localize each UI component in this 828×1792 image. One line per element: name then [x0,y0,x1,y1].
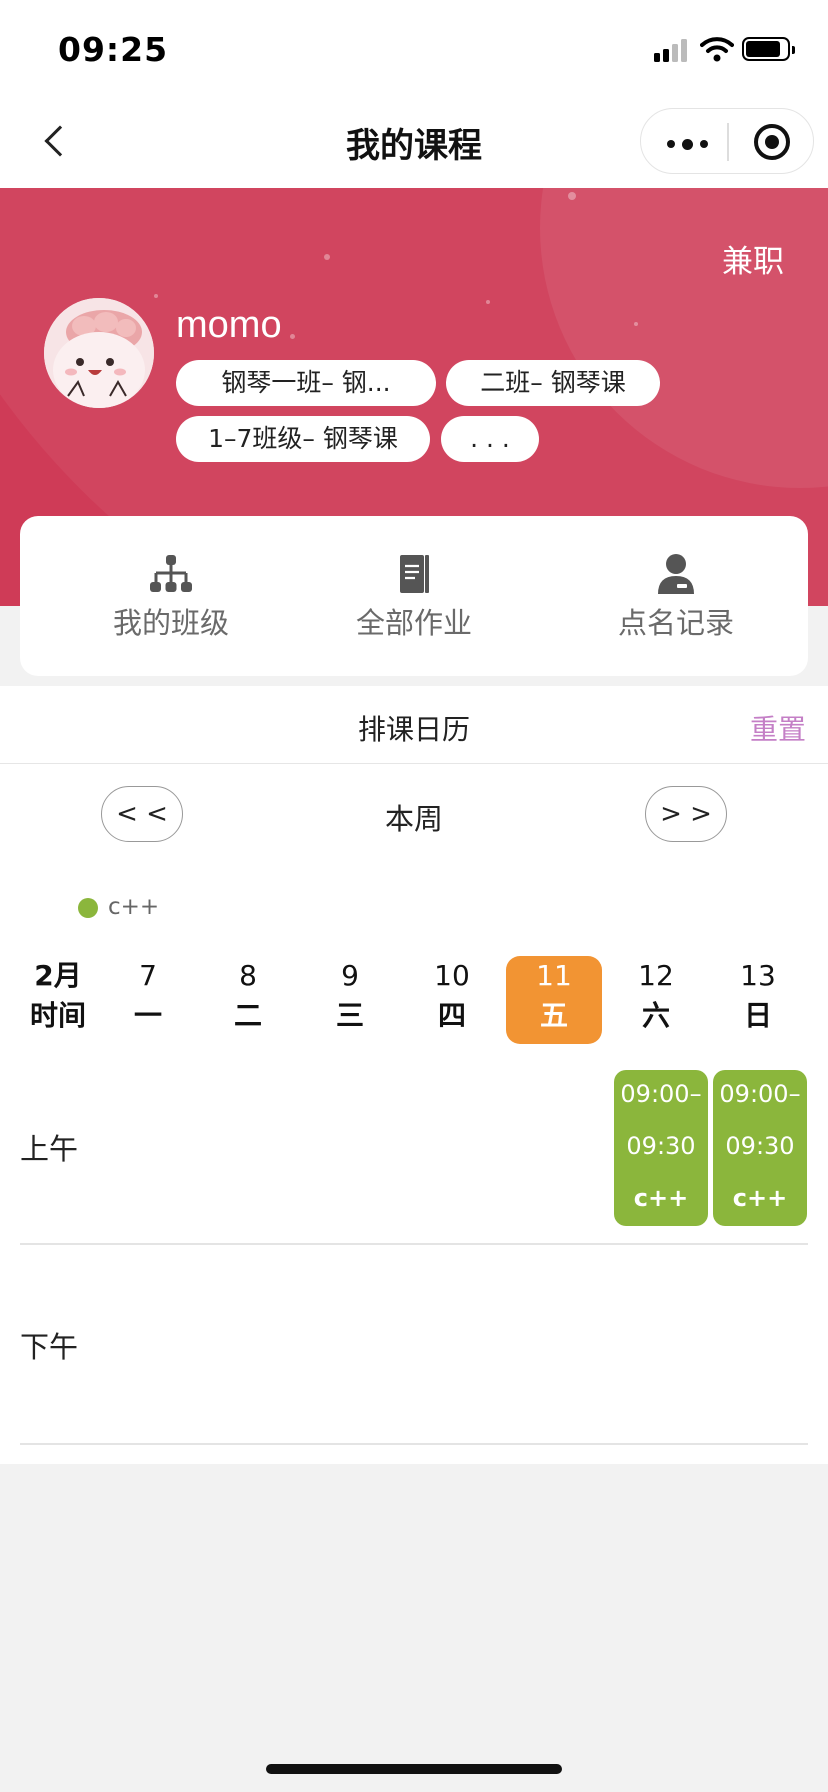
day-header[interactable]: 10 四 [404,956,500,1044]
mini-program-capsule [640,108,814,174]
calendar-header: 排课日历 重置 [0,686,828,764]
day-header[interactable]: 13 日 [710,956,806,1044]
menu-label: 点名记录 [617,606,734,640]
day-header[interactable]: 8 二 [200,956,296,1044]
class-tag[interactable]: 1–7班级– 钢琴课 [176,416,430,462]
menu-roll-call[interactable]: 点名记录 [576,554,776,642]
day-header[interactable]: 9 三 [302,956,398,1044]
notebook-icon [392,554,436,594]
username: momo [176,304,282,346]
battery-icon [742,37,795,61]
day-header[interactable]: 12 六 [608,956,704,1044]
org-chart-icon [149,554,193,594]
status-bar: 09:25 [0,0,828,96]
course-start: 09:00– [620,1080,702,1108]
menu-label: 全部作业 [355,606,472,640]
course-block[interactable]: 09:00– 09:30 c++ [614,1070,708,1226]
day-header[interactable]: 7 一 [100,956,196,1044]
schedule-calendar: 排课日历 重置 < < 本周 > > c++ 2月 时间 7 一 8 二 9 三… [0,686,828,1464]
day-header-today[interactable]: 11 五 [506,956,602,1044]
row-divider [20,1443,808,1445]
close-miniprogram-icon[interactable] [754,124,790,160]
home-indicator [266,1764,562,1774]
course-end: 09:30 [626,1132,696,1160]
next-week-button[interactable]: > > [645,786,727,842]
class-tag[interactable]: 钢琴一班– 钢... [176,360,436,406]
row-divider [20,1243,808,1245]
course-name: c++ [633,1184,689,1212]
legend-label: c++ [108,894,160,920]
course-block[interactable]: 09:00– 09:30 c++ [713,1070,807,1226]
quick-menu-card: 我的班级 全部作业 点名记录 [20,516,808,676]
avatar[interactable] [44,298,154,408]
time-label: 时间 [29,999,86,1032]
class-tag[interactable]: 二班– 钢琴课 [446,360,660,406]
course-start: 09:00– [719,1080,801,1108]
menu-label: 我的班级 [112,606,229,640]
menu-my-classes[interactable]: 我的班级 [71,554,271,642]
menu-all-homework[interactable]: 全部作业 [314,554,514,642]
status-time: 09:25 [58,30,169,69]
wifi-icon [700,36,734,62]
slot-morning-label: 上午 [20,1132,79,1166]
month-label: 2月 [34,959,82,992]
job-type-label: 兼职 [722,244,784,280]
more-menu-icon[interactable] [667,138,709,150]
course-name: c++ [732,1184,788,1212]
slot-afternoon-label: 下午 [20,1330,79,1364]
reset-button[interactable]: 重置 [750,708,806,748]
nav-bar: 我的课程 [0,96,828,188]
user-badge-icon [654,554,698,594]
signal-icon [654,38,688,62]
legend-dot [78,898,98,918]
time-header: 2月 时间 [20,956,96,1044]
course-end: 09:30 [725,1132,795,1160]
calendar-title: 排课日历 [357,713,470,746]
more-tags-button[interactable]: . . . [441,416,539,462]
